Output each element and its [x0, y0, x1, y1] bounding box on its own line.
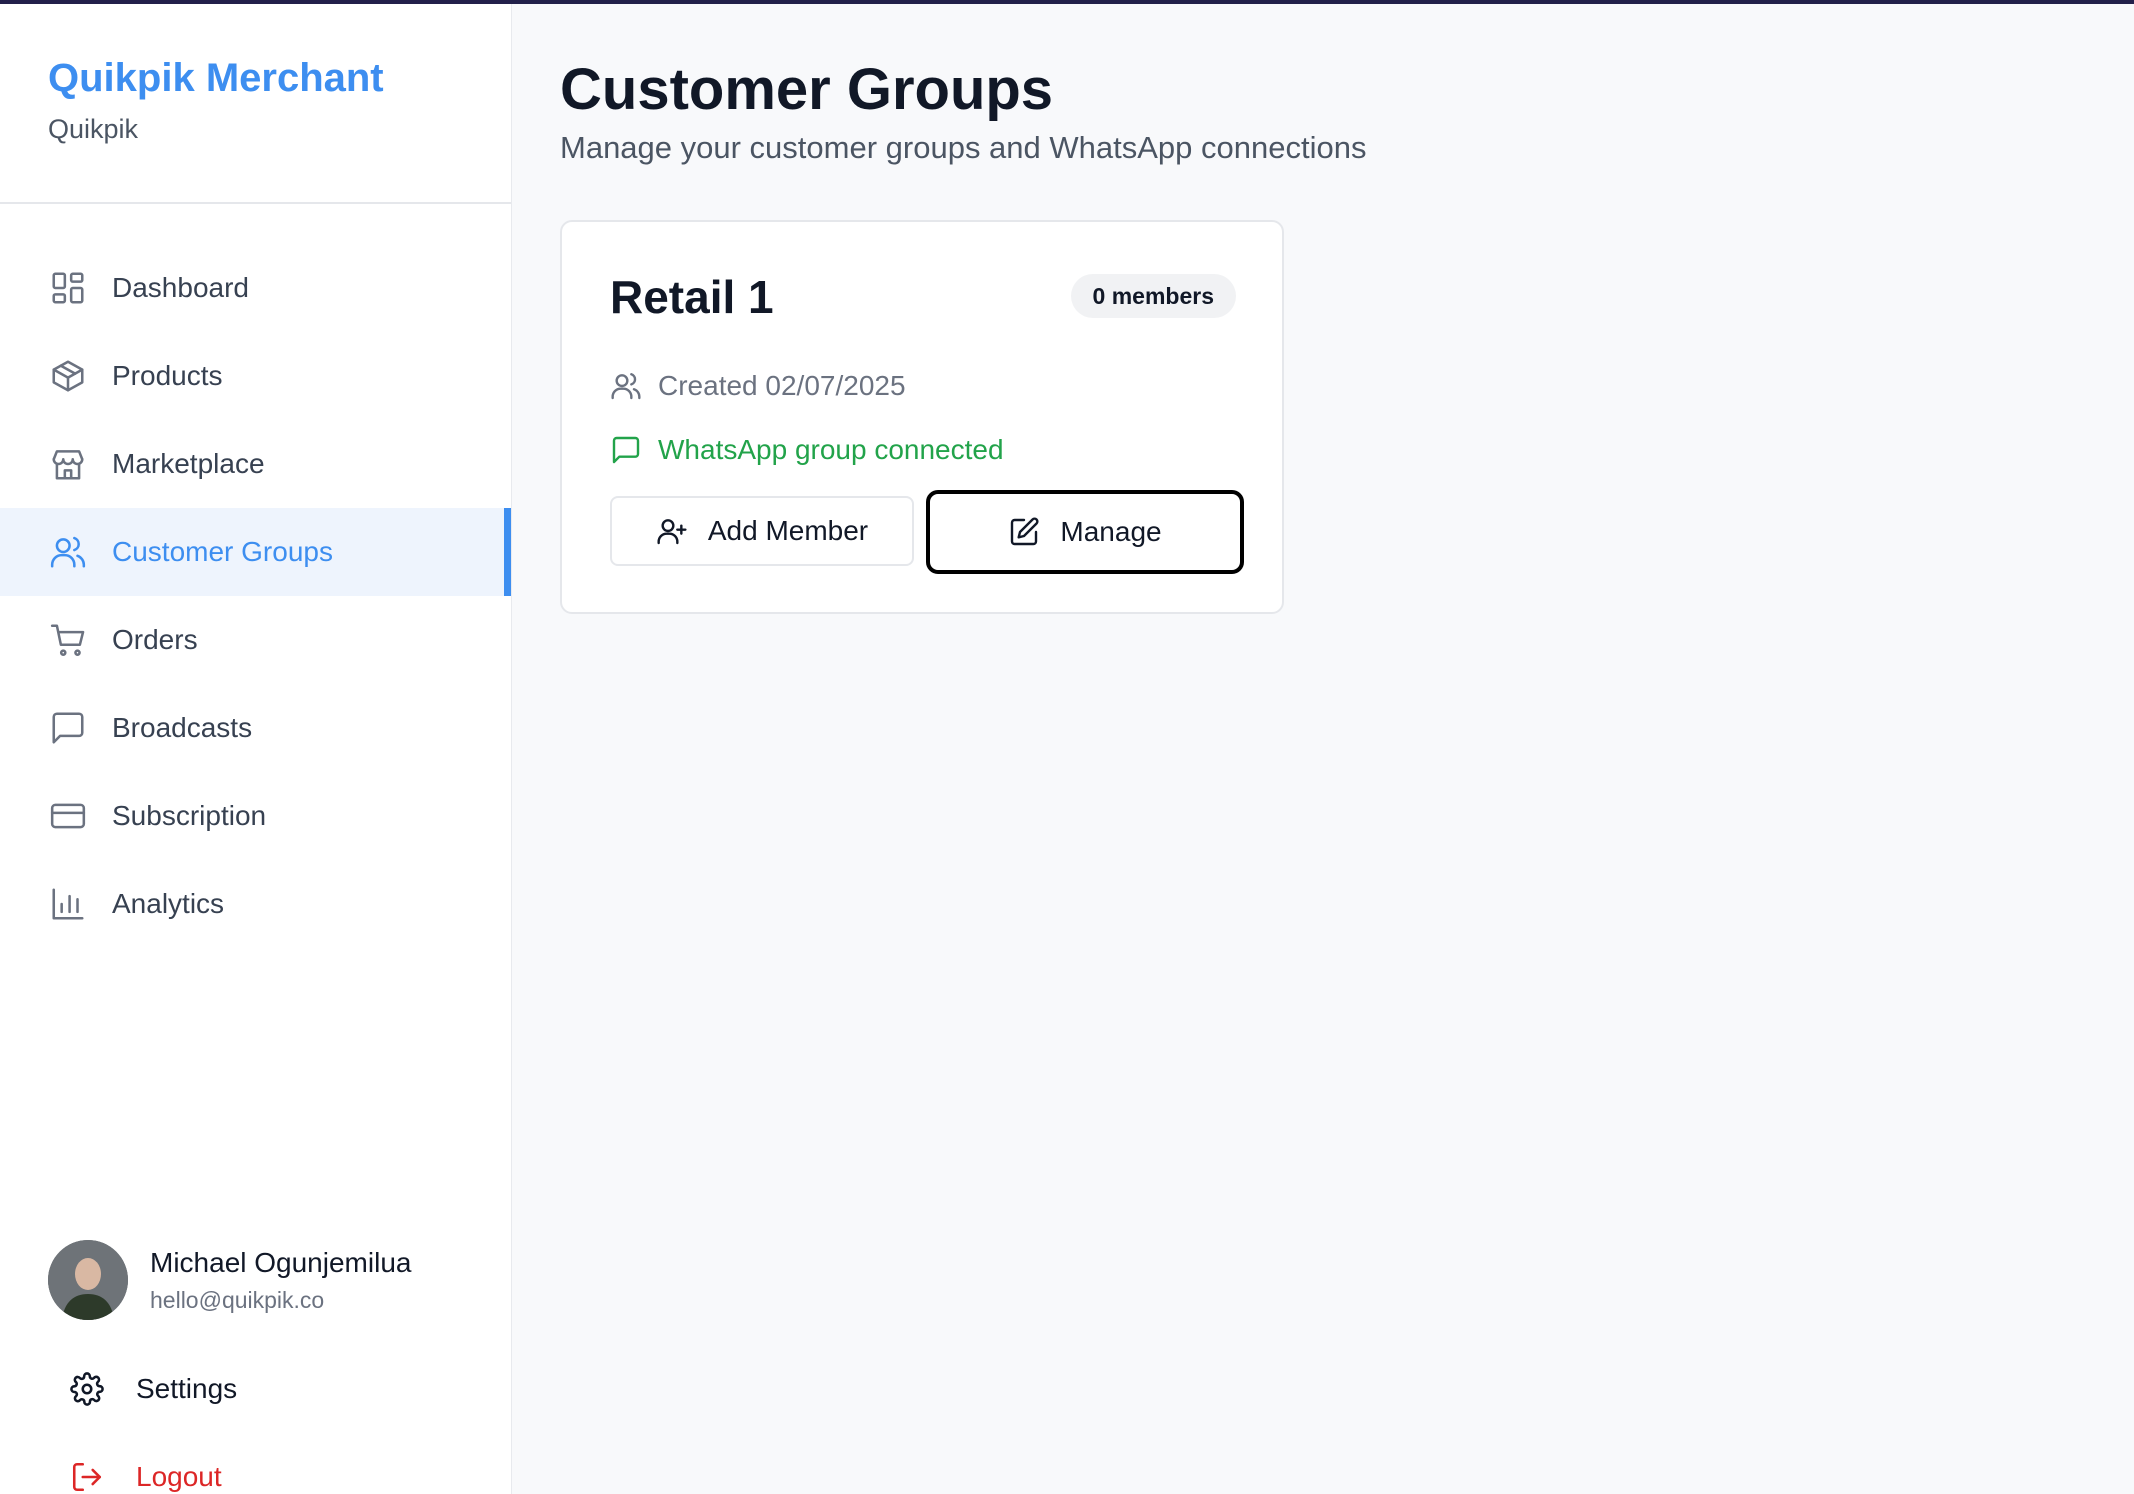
sidebar-item-analytics[interactable]: Analytics [0, 860, 511, 948]
brand-subtitle: Quikpik [48, 114, 139, 144]
users-icon [48, 532, 88, 572]
page-title: Customer Groups [560, 57, 1054, 122]
settings-link[interactable]: Settings [70, 1372, 237, 1406]
group-name: Retail 1 [610, 271, 774, 323]
sidebar-item-label: Customer Groups [112, 536, 333, 567]
user-plus-icon [657, 519, 687, 545]
store-icon [48, 444, 88, 484]
manage-button[interactable]: Manage [926, 490, 1244, 574]
edit-icon [1011, 517, 1039, 546]
sidebar-nav: Dashboard Products Marketplace Customer … [0, 244, 511, 948]
sidebar-item-label: Broadcasts [112, 712, 253, 743]
brand-header: Quikpik Merchant Quikpik [0, 4, 511, 204]
user-info: Michael Ogunjemilua hello@quikpik.co [150, 1247, 411, 1314]
credit-card-icon [48, 796, 88, 836]
sidebar-item-orders[interactable]: Orders [0, 596, 511, 684]
settings-label: Settings [136, 1373, 238, 1404]
sidebar: Quikpik Merchant Quikpik Dashboard Produ… [0, 4, 512, 1494]
package-icon [48, 356, 88, 396]
sidebar-item-dashboard[interactable]: Dashboard [0, 244, 511, 332]
sidebar-item-label: Products [112, 360, 223, 391]
logout-button[interactable]: Logout [70, 1460, 222, 1494]
user-email: hello@quikpik.co [150, 1286, 325, 1313]
avatar [48, 1240, 128, 1320]
message-icon [612, 436, 640, 464]
sidebar-item-label: Subscription [112, 800, 267, 831]
gear-icon [70, 1372, 104, 1406]
manage-label: Manage [1060, 516, 1162, 547]
page-subtitle: Manage your customer groups and WhatsApp… [560, 130, 1367, 165]
sidebar-item-label: Analytics [112, 888, 225, 919]
whatsapp-status: WhatsApp group connected [658, 434, 1004, 465]
add-member-label: Add Member [707, 515, 869, 546]
users-icon [611, 373, 641, 400]
created-date: Created 02/07/2025 [658, 370, 906, 401]
sidebar-item-label: Marketplace [112, 448, 265, 479]
logout-icon [72, 1462, 102, 1492]
add-member-button[interactable]: Add Member [610, 496, 914, 566]
whatsapp-status-row: WhatsApp group connected [610, 434, 1004, 466]
brand-title: Quikpik Merchant [48, 56, 384, 100]
sidebar-item-label: Dashboard [112, 272, 249, 303]
sidebar-item-marketplace[interactable]: Marketplace [0, 420, 511, 508]
logout-label: Logout [136, 1461, 222, 1492]
sidebar-item-broadcasts[interactable]: Broadcasts [0, 684, 511, 772]
user-profile[interactable]: Michael Ogunjemilua hello@quikpik.co [48, 1240, 411, 1320]
sidebar-item-label: Orders [112, 624, 198, 655]
sidebar-item-products[interactable]: Products [0, 332, 511, 420]
message-icon [48, 708, 88, 748]
cart-icon [48, 620, 88, 660]
dashboard-icon [48, 268, 88, 308]
member-count-badge: 0 members [1070, 274, 1236, 318]
bar-chart-icon [48, 884, 88, 924]
sidebar-item-subscription[interactable]: Subscription [0, 772, 511, 860]
sidebar-item-customer-groups[interactable]: Customer Groups [0, 508, 511, 596]
customer-group-card: Retail 1 0 members Created 02/07/2025 Wh… [560, 220, 1284, 614]
user-name: Michael Ogunjemilua [150, 1246, 412, 1278]
created-date-row: Created 02/07/2025 [610, 370, 906, 402]
